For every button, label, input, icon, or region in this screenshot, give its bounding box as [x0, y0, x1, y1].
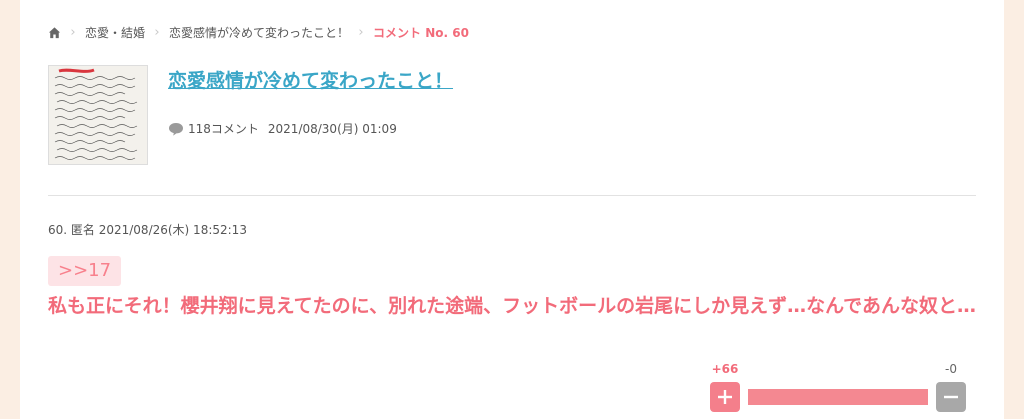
breadcrumb-category[interactable]: 恋愛・結婚	[85, 24, 145, 41]
plus-icon	[718, 390, 732, 404]
divider	[48, 195, 976, 196]
minus-vote-count: -0	[945, 362, 957, 376]
home-icon[interactable]	[48, 26, 61, 39]
minus-icon	[944, 395, 958, 399]
comment-count: 118コメント	[188, 122, 259, 136]
plus-vote-count: +66	[711, 362, 739, 376]
vote-ratio-fill	[748, 389, 928, 405]
minus-vote-button[interactable]	[936, 382, 966, 412]
main-card: › 恋愛・結婚 › 恋愛感情が冷めて変わったこと！ › コメント No. 60	[20, 0, 1004, 419]
plus-vote-button[interactable]	[710, 382, 740, 412]
topic-thumbnail[interactable]	[48, 65, 148, 165]
comment-bubble-icon	[169, 122, 183, 136]
breadcrumb: › 恋愛・結婚 › 恋愛感情が冷めて変わったこと！ › コメント No. 60	[48, 23, 469, 41]
breadcrumb-current: コメント No. 60	[373, 25, 469, 40]
chevron-right-icon: ›	[358, 24, 364, 40]
handwritten-note-image	[49, 66, 147, 164]
topic-title-link[interactable]: 恋愛感情が冷めて変わったこと！	[168, 66, 453, 93]
breadcrumb-topic[interactable]: 恋愛感情が冷めて変わったこと！	[169, 24, 349, 41]
chevron-right-icon: ›	[154, 24, 160, 40]
comment-body: 私も正にそれ！櫻井翔に見えてたのに、別れた途端、フットボールの岩尾にしか見えず……	[48, 295, 976, 317]
vote-ratio-bar	[748, 389, 928, 405]
topic-date: 2021/08/30(月) 01:09	[267, 122, 397, 136]
topic-meta: 118コメント 2021/08/30(月) 01:09	[168, 120, 397, 137]
chevron-right-icon: ›	[70, 24, 76, 40]
comment-header: 60. 匿名 2021/08/26(木) 18:52:13	[48, 223, 247, 237]
reply-anchor-link[interactable]: >>17	[48, 256, 122, 286]
